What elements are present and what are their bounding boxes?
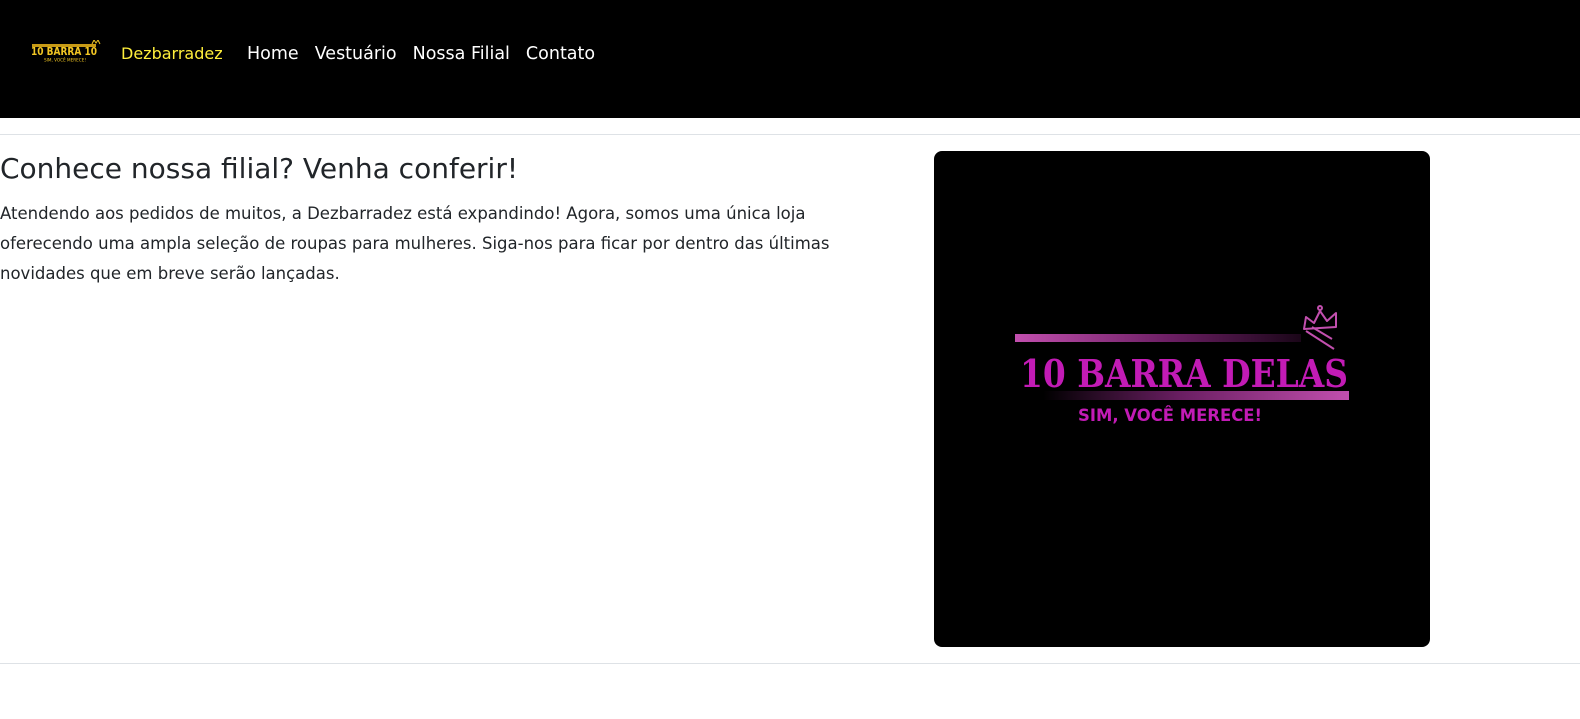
brand-logo-image: 10 BARRA 10 SIM, VOCÊ MERECE! (31, 39, 101, 63)
svg-text:SIM, VOCÊ MERECE!: SIM, VOCÊ MERECE! (44, 58, 86, 63)
navbar: 10 BARRA 10 SIM, VOCÊ MERECE! Dezbarrade… (0, 0, 1580, 118)
nav-item-home: Home (247, 44, 299, 64)
branch-logo-card: 10 BARRA DELAS SIM, VOCÊ MERECE! (934, 151, 1430, 647)
crown-icon (1303, 305, 1337, 350)
section-divider-top (0, 134, 1580, 135)
nav-link-contato[interactable]: Contato (526, 44, 595, 64)
branch-section-title: Conhece nossa filial? Venha conferir! (0, 152, 519, 185)
brand-name[interactable]: Dezbarradez (121, 44, 223, 63)
nav-link-vestuario[interactable]: Vestuário (315, 44, 397, 64)
nav-link-nossa-filial[interactable]: Nossa Filial (413, 44, 510, 64)
nav-item-nossa-filial: Nossa Filial (413, 44, 510, 64)
main-nav: Home Vestuário Nossa Filial Contato (247, 44, 595, 64)
branch-logo-wordmark: 10 BARRA DELAS (1020, 351, 1348, 396)
branch-section-description: Atendendo aos pedidos de muitos, a Dezba… (0, 204, 830, 283)
nav-item-vestuario: Vestuário (315, 44, 397, 64)
nav-item-contato: Contato (526, 44, 595, 64)
branch-logo-image: 10 BARRA DELAS SIM, VOCÊ MERECE! (1015, 305, 1349, 426)
nav-link-home[interactable]: Home (247, 44, 299, 64)
svg-text:10 BARRA 10: 10 BARRA 10 (31, 46, 97, 58)
branch-logo-tagline: SIM, VOCÊ MERECE! (1078, 404, 1262, 426)
section-divider-bottom (0, 663, 1580, 664)
brand-logo[interactable]: 10 BARRA 10 SIM, VOCÊ MERECE! (30, 39, 102, 64)
